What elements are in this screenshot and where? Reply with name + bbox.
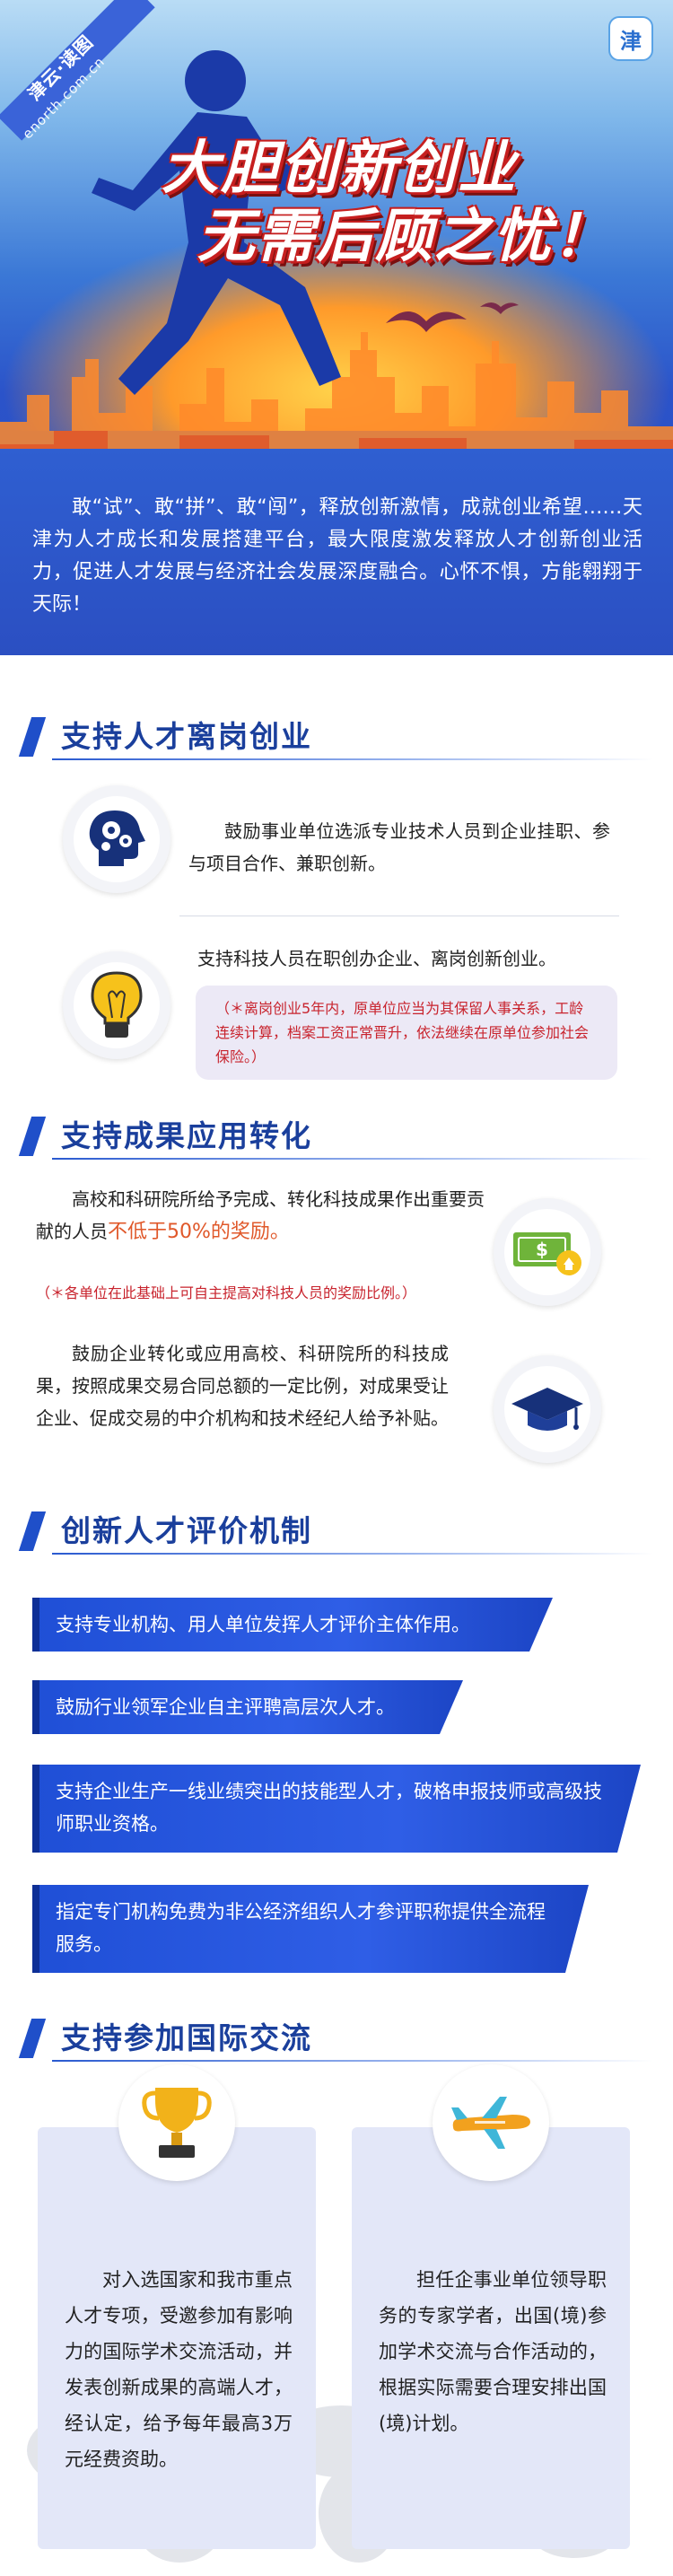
head-gears-icon xyxy=(89,810,145,866)
hero-title: 大胆创新创业 无需后顾之忧！ xyxy=(153,135,619,271)
money-icon: $ xyxy=(513,1232,581,1275)
banner-text: 支持专业机构、用人单位发挥人才评价主体作用。 xyxy=(56,1614,470,1635)
birds-icon xyxy=(386,302,519,332)
section2-item2-text: 鼓励企业转化或应用高校、科研院所的科技成果，按照成果交易合同总额的一定比例，对成… xyxy=(36,1343,449,1429)
section1-item2-note: （＊离岗创业5年内，原单位应当为其保留人事关系，工龄连续计算，档案工资正常晋升，… xyxy=(196,986,617,1080)
brand-tag: 津云·读图 enorth.com.cn xyxy=(0,0,155,142)
brand-ribbon xyxy=(0,0,155,141)
banner-text: 鼓励行业领军企业自主评聘高层次人才。 xyxy=(56,1696,395,1718)
trophy-icon xyxy=(142,2088,212,2158)
header-accent-bar xyxy=(18,1511,47,1551)
header-underline xyxy=(52,1158,653,1160)
money-icon-wrap: $ xyxy=(494,1198,601,1306)
section2-item1-highlight: 不低于50%的奖励。 xyxy=(108,1221,290,1243)
graduation-cap-icon-wrap xyxy=(494,1355,601,1463)
section1-item2-text: 支持科技人员在职创办企业、离岗创新创业。 xyxy=(197,948,556,969)
banner-text: 支持企业生产一线业绩突出的技能型人才，破格申报技师或高级技师职业资格。 xyxy=(56,1781,602,1835)
header-accent-bar xyxy=(18,717,47,757)
header-underline xyxy=(52,1553,653,1555)
header-underline xyxy=(52,2060,653,2062)
section2-item1-text: 高校和科研院所给予完成、转化科技成果作出重要贡献的人员不低于50%的奖励。 xyxy=(36,1183,485,1249)
svg-text:$: $ xyxy=(536,1239,548,1260)
hero-title-line1: 大胆创新创业 xyxy=(162,136,517,202)
hero-title-line2: 无需后顾之忧！ xyxy=(197,204,612,270)
section-title: 支持人才离岗创业 xyxy=(61,719,312,754)
hero-intro-text: 敢“试”、敢“拼”、敢“闯”，释放创新激情，成就创业希望……天津为人才成长和发展… xyxy=(32,496,642,616)
evaluation-banner-2: 鼓励行业领军企业自主评聘高层次人才。 xyxy=(32,1680,463,1734)
section-header-international: 支持参加国际交流 xyxy=(18,2015,653,2062)
section-title: 创新人才评价机制 xyxy=(61,1513,312,1548)
evaluation-banner-1: 支持专业机构、用人单位发挥人才评价主体作用。 xyxy=(32,1598,553,1652)
corner-logo-icon[interactable]: 津 xyxy=(608,16,653,61)
exchange-card-1: 对入选国家和我市重点人才专项，受邀参加有影响力的国际学术交流活动，并发表创新成果… xyxy=(38,2127,316,2549)
section-header-transfer: 支持成果应用转化 xyxy=(18,1113,653,1160)
hero-banner: 津云·读图 enorth.com.cn 津 大胆创新创业 无需后顾之忧！ 敢“试… xyxy=(0,0,673,655)
airplane-icon-wrap xyxy=(433,2064,549,2181)
section-title: 支持成果应用转化 xyxy=(61,1118,312,1153)
exchange-card-2: 担任企事业单位领导职务的专家学者，出国(境)参加学术交流与合作活动的，根据实际需… xyxy=(352,2127,630,2549)
banner-text: 指定专门机构免费为非公经济组织人才参评职称提供全流程服务。 xyxy=(56,1901,546,1955)
section-header-evaluation: 创新人才评价机制 xyxy=(18,1508,653,1555)
lightbulb-icon-wrap xyxy=(63,951,170,1059)
section-title: 支持参加国际交流 xyxy=(61,2020,312,2055)
evaluation-banner-4: 指定专门机构免费为非公经济组织人才参评职称提供全流程服务。 xyxy=(32,1885,589,1973)
trophy-icon-wrap xyxy=(118,2064,235,2181)
header-underline xyxy=(52,758,653,760)
header-accent-bar xyxy=(18,1117,47,1156)
section-header-departure: 支持人才离岗创业 xyxy=(18,714,653,760)
evaluation-banner-3: 支持企业生产一线业绩突出的技能型人才，破格申报技师或高级技师职业资格。 xyxy=(32,1765,641,1853)
lightbulb-icon xyxy=(91,971,143,1038)
header-accent-bar xyxy=(18,2019,47,2058)
airplane-icon xyxy=(451,2097,530,2149)
section2-item1-note: （＊各单位在此基础上可自主提高对科技人员的奖励比例。） xyxy=(36,1284,417,1301)
head-gears-icon-wrap xyxy=(63,785,170,893)
card-text: 担任企事业单位领导职务的专家学者，出国(境)参加学术交流与合作活动的，根据实际需… xyxy=(379,2269,607,2434)
graduation-cap-icon xyxy=(511,1388,583,1431)
card-text: 对入选国家和我市重点人才专项，受邀参加有影响力的国际学术交流活动，并发表创新成果… xyxy=(65,2269,293,2470)
section1-item1-text: 鼓励事业单位选派专业技术人员到企业挂职、参与项目合作、兼职创新。 xyxy=(188,820,610,874)
